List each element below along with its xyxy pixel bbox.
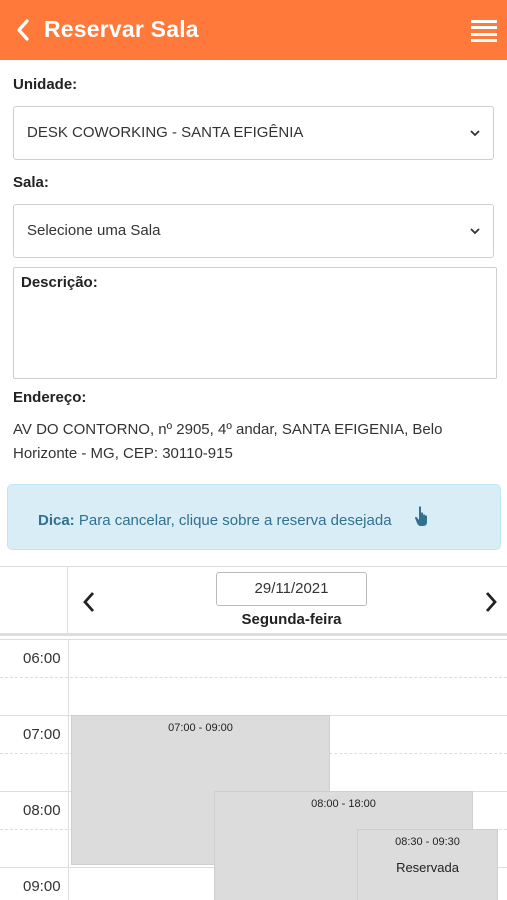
description-field[interactable]: Descrição: (13, 267, 497, 379)
page-title: Reservar Sala (44, 16, 199, 42)
gutter-divider (68, 639, 69, 900)
tap-hand-icon (415, 506, 427, 526)
chevron-left-icon[interactable] (10, 16, 36, 44)
tip-text: Dica: Para cancelar, clique sobre a rese… (38, 512, 392, 529)
reservation-event[interactable]: 08:30 - 09:30 Reservada (357, 829, 498, 900)
chevron-left-icon[interactable] (78, 589, 100, 615)
chevron-down-icon (470, 130, 480, 137)
time-label: 07:00 (23, 726, 61, 743)
description-label: Descrição: (21, 274, 98, 291)
time-label: 09:00 (23, 878, 61, 895)
address-label: Endereço: (13, 389, 87, 406)
chevron-down-icon (470, 228, 480, 235)
address-text: AV DO CONTORNO, nº 2905, 4º andar, SANTA… (13, 421, 443, 462)
calendar-gutter (0, 567, 68, 634)
time-label: 06:00 (23, 650, 61, 667)
chevron-right-icon[interactable] (480, 589, 502, 615)
weekday-label: Segunda-feira (241, 611, 342, 628)
calendar-grid: 06:00 07:00 08:00 09:00 07:00 - 09:00 08… (0, 639, 507, 900)
event-time: 08:00 - 18:00 (311, 798, 376, 810)
hamburger-menu-icon[interactable] (471, 20, 497, 42)
date-input[interactable]: 29/11/2021 (216, 572, 367, 606)
time-label: 08:00 (23, 802, 61, 819)
room-select-value: Selecione uma Sala (27, 222, 161, 239)
event-time: 08:30 - 09:30 (395, 836, 460, 848)
half-hour-line (0, 677, 507, 678)
tip-message: Para cancelar, clique sobre a reserva de… (78, 512, 392, 529)
room-label: Sala: (13, 174, 49, 191)
unit-select[interactable]: DESK COWORKING - SANTA EFIGÊNIA (13, 106, 494, 160)
unit-select-value: DESK COWORKING - SANTA EFIGÊNIA (27, 124, 304, 141)
room-select[interactable]: Selecione uma Sala (13, 204, 494, 258)
unit-label: Unidade: (13, 76, 78, 93)
event-time: 07:00 - 09:00 (168, 722, 233, 734)
hour-line (0, 639, 507, 640)
app-header: Reservar Sala (0, 0, 507, 60)
event-status: Reservada (396, 860, 459, 875)
calendar-header: 29/11/2021 Segunda-feira (0, 566, 507, 636)
tip-label: Dica: (38, 512, 75, 529)
tip-alert: Dica: Para cancelar, clique sobre a rese… (7, 484, 501, 550)
